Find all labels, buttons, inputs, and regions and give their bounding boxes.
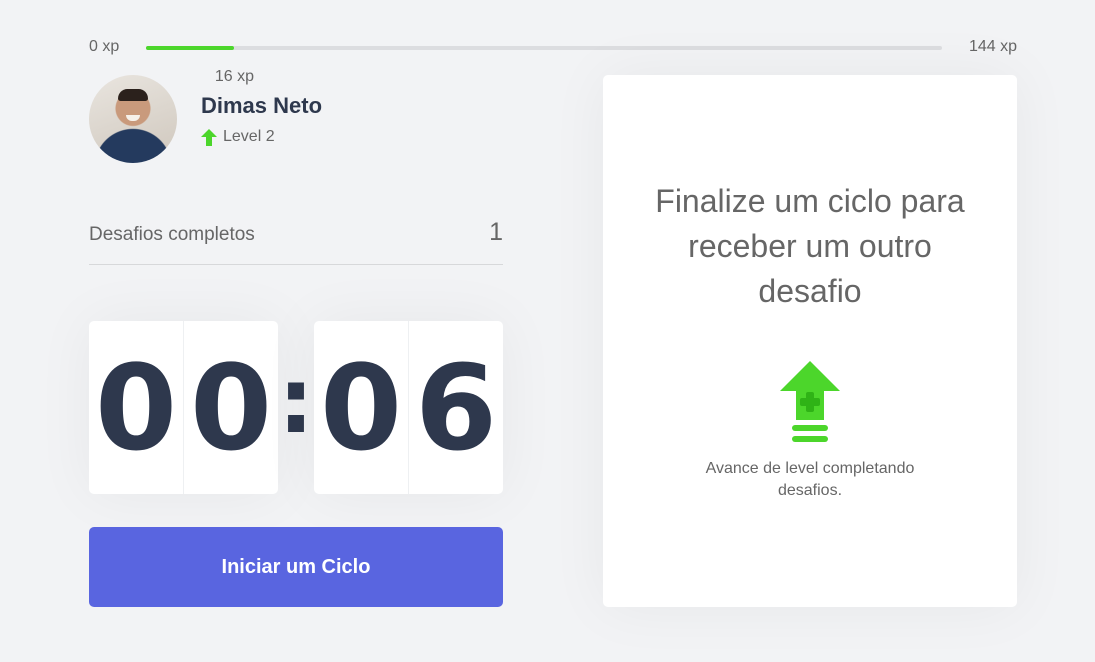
challenge-box-hint: Avance de level completando desafios. xyxy=(705,460,915,499)
xp-max-label: 144 xp xyxy=(968,38,1017,55)
xp-track: 16 xp xyxy=(146,46,942,85)
completed-challenges-label: Desafios completos xyxy=(89,224,255,245)
xp-progress-fill xyxy=(146,46,235,50)
profile-level: Level 2 xyxy=(201,128,275,146)
minute-digit-ones: 0 xyxy=(189,338,273,477)
second-digit-ones: 6 xyxy=(414,338,498,477)
countdown-minutes: 0 0 xyxy=(89,321,278,494)
profile: Dimas Neto Level 2 xyxy=(89,75,503,163)
countdown: 0 0 : 0 6 xyxy=(89,321,503,494)
countdown-separator: : xyxy=(278,348,314,454)
level-up-arrow-icon xyxy=(201,128,217,146)
avatar xyxy=(89,75,177,163)
challenge-box-title: Finalize um ciclo para receber um outro … xyxy=(655,183,965,309)
avatar-smile xyxy=(126,115,140,121)
completed-challenges-count: 1 xyxy=(489,218,503,246)
profile-name: Dimas Neto xyxy=(201,93,323,118)
completed-challenges: Desafios completos 1 xyxy=(89,216,503,265)
start-cycle-button[interactable]: Iniciar um Ciclo xyxy=(89,527,503,607)
avatar-hair xyxy=(118,89,148,101)
challenge-box: Finalize um ciclo para receber um outro … xyxy=(603,75,1017,607)
moveit-page: 0 xp 16 xp 144 xp Dimas Neto Level 2 Des… xyxy=(0,0,1095,662)
countdown-seconds: 0 6 xyxy=(314,321,503,494)
level-label: Level 2 xyxy=(223,128,275,145)
second-digit-tens: 0 xyxy=(314,321,409,494)
xp-min-label: 0 xp xyxy=(89,38,120,55)
minute-digit-tens: 0 xyxy=(89,321,184,494)
level-up-icon xyxy=(780,361,840,442)
experience-bar: 0 xp 16 xp 144 xp xyxy=(89,36,1017,85)
